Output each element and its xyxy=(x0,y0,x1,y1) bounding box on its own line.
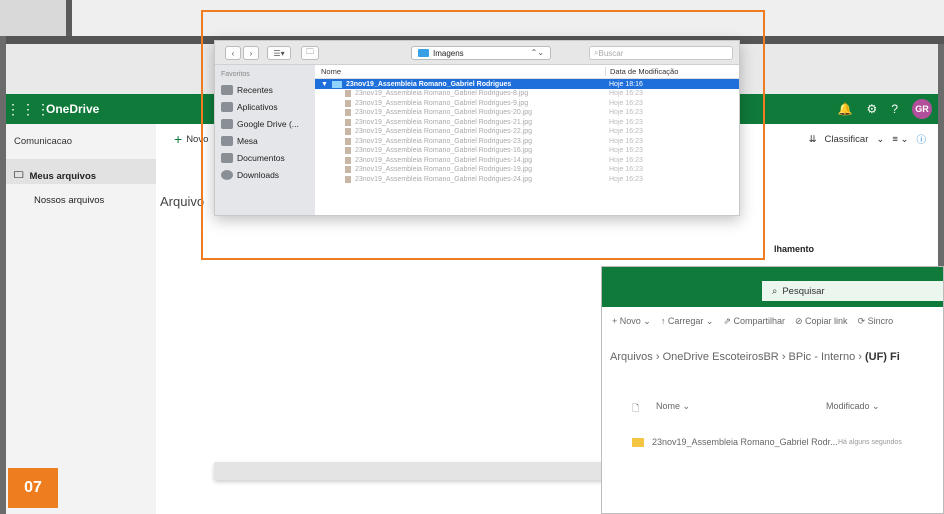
notifications-icon[interactable]: 🔔 xyxy=(838,102,853,116)
detail-column-label: lhamento xyxy=(774,244,815,254)
inset-header: ⌕ Pesquisar xyxy=(602,267,943,307)
sidebar-title: Comunicacao xyxy=(6,124,156,160)
inset-search-label: Pesquisar xyxy=(782,285,825,297)
breadcrumb-current: (UF) Fi xyxy=(864,351,900,363)
header-actions: 🔔 ⚙ ? GR xyxy=(838,99,932,119)
sidebar-item-label: Nossos arquivos xyxy=(34,194,105,206)
sidebar-item-label: Meus arquivos xyxy=(29,170,97,182)
avatar[interactable]: GR xyxy=(912,99,932,119)
inset-col-name[interactable]: Nome ⌄ xyxy=(656,401,826,417)
highlight-box xyxy=(201,10,765,260)
help-icon[interactable]: ? xyxy=(891,102,898,116)
sort-button[interactable]: Classificar xyxy=(825,134,869,145)
folder-icon xyxy=(632,437,644,447)
breadcrumb-item[interactable]: OneDrive EscoteirosBR xyxy=(663,351,779,363)
chevron-down-icon[interactable]: ⌄ xyxy=(876,134,884,145)
inset-copy-link-button[interactable]: ⊘ Copiar link xyxy=(795,316,848,327)
settings-gear-icon[interactable]: ⚙ xyxy=(867,102,878,116)
inset-row-modified: Há alguns segundos xyxy=(838,438,902,446)
breadcrumb: Arquivos › OneDrive EscoteirosBR › BPic … xyxy=(610,351,900,363)
inset-search-input[interactable]: ⌕ Pesquisar xyxy=(762,281,943,301)
info-icon[interactable]: ⓘ xyxy=(916,132,926,146)
chevron-right-icon: › xyxy=(858,351,865,363)
chevron-right-icon: › xyxy=(781,351,789,363)
chevron-right-icon: › xyxy=(655,351,663,363)
search-icon: ⌕ xyxy=(772,285,778,297)
inset-col-name-label: Nome xyxy=(656,401,681,411)
inset-col-modified[interactable]: Modificado ⌄ xyxy=(826,401,880,417)
sort-icon: ⇊ xyxy=(808,133,817,145)
inset-row-name: 23nov19_Assembleia Romano_Gabriel Rodr..… xyxy=(652,437,838,447)
inset-new-button[interactable]: + Novo ⌄ xyxy=(612,316,651,327)
inset-share-button[interactable]: ⇗ Compartilhar xyxy=(723,316,785,327)
inset-sync-label: Sincro xyxy=(867,315,894,326)
step-badge: 07 xyxy=(8,468,58,508)
inset-upload-label: Carregar xyxy=(667,315,704,326)
inset-new-label: Novo xyxy=(619,315,641,326)
inset-col-modified-label: Modificado xyxy=(826,401,870,411)
breadcrumb-item[interactable]: Arquivos xyxy=(610,351,653,363)
inset-sync-button[interactable]: ⟳ Sincro xyxy=(858,316,894,327)
background-left-panel xyxy=(0,0,66,36)
inset-command-bar: + Novo ⌄ ↑ Carregar ⌄ ⇗ Compartilhar ⊘ C… xyxy=(602,307,943,335)
files-title: Arquivo xyxy=(160,194,205,209)
inset-upload-button[interactable]: ↑ Carregar ⌄ xyxy=(661,316,714,327)
inset-share-label: Compartilhar xyxy=(733,315,785,326)
inset-column-header: 🗋 Nome ⌄ Modificado ⌄ xyxy=(632,401,943,417)
file-type-icon: 🗋 xyxy=(632,403,640,413)
command-bar-right: ⇊ Classificar ⌄ ≡ ⌄ ⓘ xyxy=(808,132,926,147)
inset-copy-link-label: Copiar link xyxy=(805,315,848,326)
sidebar-item-nossos-arquivos[interactable]: Nossos arquivos xyxy=(6,184,156,208)
app-launcher-icon[interactable]: ⋮⋮⋮ xyxy=(6,101,50,118)
inset-screenshot: ⌕ Pesquisar + Novo ⌄ ↑ Carregar ⌄ ⇗ Comp… xyxy=(601,266,944,514)
onedrive-sidebar: Comunicacao 🗀 Meus arquivos Nossos arqui… xyxy=(6,124,156,514)
view-options-icon[interactable]: ≡ ⌄ xyxy=(892,134,908,145)
sidebar-item-meus-arquivos[interactable]: 🗀 Meus arquivos xyxy=(6,160,156,184)
table-row[interactable]: 23nov19_Assembleia Romano_Gabriel Rodr..… xyxy=(632,437,943,447)
brand-title[interactable]: OneDrive xyxy=(46,102,99,116)
folder-icon: 🗀 xyxy=(14,170,24,181)
breadcrumb-item[interactable]: BPic - Interno xyxy=(789,351,856,363)
plus-icon: + xyxy=(174,131,183,147)
background-frame-edge xyxy=(66,0,72,36)
